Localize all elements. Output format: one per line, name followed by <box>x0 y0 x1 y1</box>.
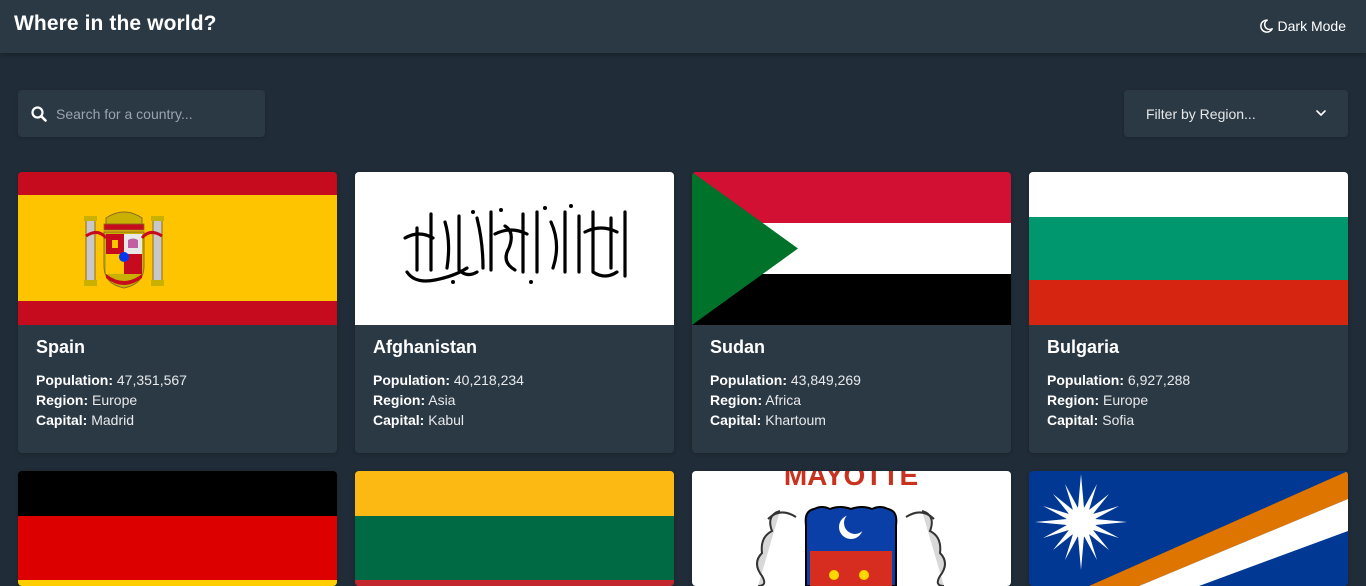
population-label: Population: <box>36 372 113 388</box>
capital-row: Capital: Sofia <box>1047 410 1330 430</box>
lithuania-flag <box>355 471 674 586</box>
region-label: Region: <box>710 392 763 408</box>
country-card-mayotte[interactable]: MAYOTTE <box>692 471 1011 586</box>
capital-row: Capital: Kabul <box>373 410 656 430</box>
mayotte-flag-text: MAYOTTE <box>784 471 918 491</box>
region-value: Europe <box>92 392 138 408</box>
population-label: Population: <box>710 372 787 388</box>
region-label: Region: <box>1047 392 1100 408</box>
capital-row: Capital: Madrid <box>36 410 319 430</box>
spain-flag <box>18 172 337 325</box>
population-value: 40,218,234 <box>453 372 524 388</box>
card-info: Sudan Population: 43,849,269 Region: Afr… <box>692 325 1011 453</box>
population-value: 6,927,288 <box>1127 372 1191 388</box>
population-row: Population: 6,927,288 <box>1047 370 1330 390</box>
card-info: Bulgaria Population: 6,927,288 Region: E… <box>1029 325 1348 453</box>
population-value: 47,351,567 <box>116 372 187 388</box>
marshall-islands-flag <box>1029 471 1348 586</box>
capital-value: Khartoum <box>765 412 826 428</box>
population-label: Population: <box>1047 372 1124 388</box>
country-card-germany[interactable] <box>18 471 337 586</box>
country-card-lithuania[interactable] <box>355 471 674 586</box>
region-value: Africa <box>765 392 802 408</box>
moon-icon <box>1259 19 1273 33</box>
country-card-marshall-islands[interactable] <box>1029 471 1348 586</box>
search-input[interactable] <box>56 105 246 122</box>
capital-label: Capital: <box>710 412 762 428</box>
app-title: Where in the world? <box>14 12 217 35</box>
country-card-bulgaria[interactable]: Bulgaria Population: 6,927,288 Region: E… <box>1029 172 1348 453</box>
country-card-spain[interactable]: Spain Population: 47,351,567 Region: Eur… <box>18 172 337 453</box>
region-row: Region: Asia <box>373 390 656 410</box>
population-row: Population: 40,218,234 <box>373 370 656 390</box>
afghanistan-flag <box>355 172 674 325</box>
bulgaria-flag <box>1029 172 1348 325</box>
capital-label: Capital: <box>1047 412 1099 428</box>
card-info: Spain Population: 47,351,567 Region: Eur… <box>18 325 337 453</box>
population-value: 43,849,269 <box>790 372 861 388</box>
top-header: Where in the world? Dark Mode <box>0 0 1366 53</box>
search-box[interactable] <box>18 90 265 137</box>
region-filter-dropdown[interactable]: Filter by Region... <box>1124 90 1348 137</box>
mayotte-flag: MAYOTTE <box>692 471 1011 586</box>
population-row: Population: 47,351,567 <box>36 370 319 390</box>
search-icon <box>31 105 47 122</box>
country-name: Bulgaria <box>1047 337 1120 357</box>
population-label: Population: <box>373 372 450 388</box>
country-card-afghanistan[interactable]: Afghanistan Population: 40,218,234 Regio… <box>355 172 674 453</box>
dark-mode-label: Dark Mode <box>1277 18 1346 34</box>
region-row: Region: Africa <box>710 390 993 410</box>
country-name: Sudan <box>710 337 766 357</box>
card-info: Afghanistan Population: 40,218,234 Regio… <box>355 325 674 453</box>
region-label: Region: <box>373 392 426 408</box>
region-value: Asia <box>428 392 456 408</box>
capital-value: Kabul <box>428 412 465 428</box>
region-value: Europe <box>1103 392 1149 408</box>
region-row: Region: Europe <box>36 390 319 410</box>
region-filter-label: Filter by Region... <box>1146 105 1256 122</box>
chevron-down-icon <box>1316 110 1326 116</box>
country-name: Afghanistan <box>373 337 478 357</box>
capital-label: Capital: <box>36 412 88 428</box>
country-name: Spain <box>36 337 86 357</box>
dark-mode-toggle[interactable]: Dark Mode <box>1259 16 1346 36</box>
capital-label: Capital: <box>373 412 425 428</box>
region-row: Region: Europe <box>1047 390 1330 410</box>
capital-value: Sofia <box>1102 412 1135 428</box>
germany-flag <box>18 471 337 586</box>
capital-row: Capital: Khartoum <box>710 410 993 430</box>
region-label: Region: <box>36 392 89 408</box>
capital-value: Madrid <box>91 412 135 428</box>
country-card-sudan[interactable]: Sudan Population: 43,849,269 Region: Afr… <box>692 172 1011 453</box>
sudan-flag <box>692 172 1011 325</box>
population-row: Population: 43,849,269 <box>710 370 993 390</box>
